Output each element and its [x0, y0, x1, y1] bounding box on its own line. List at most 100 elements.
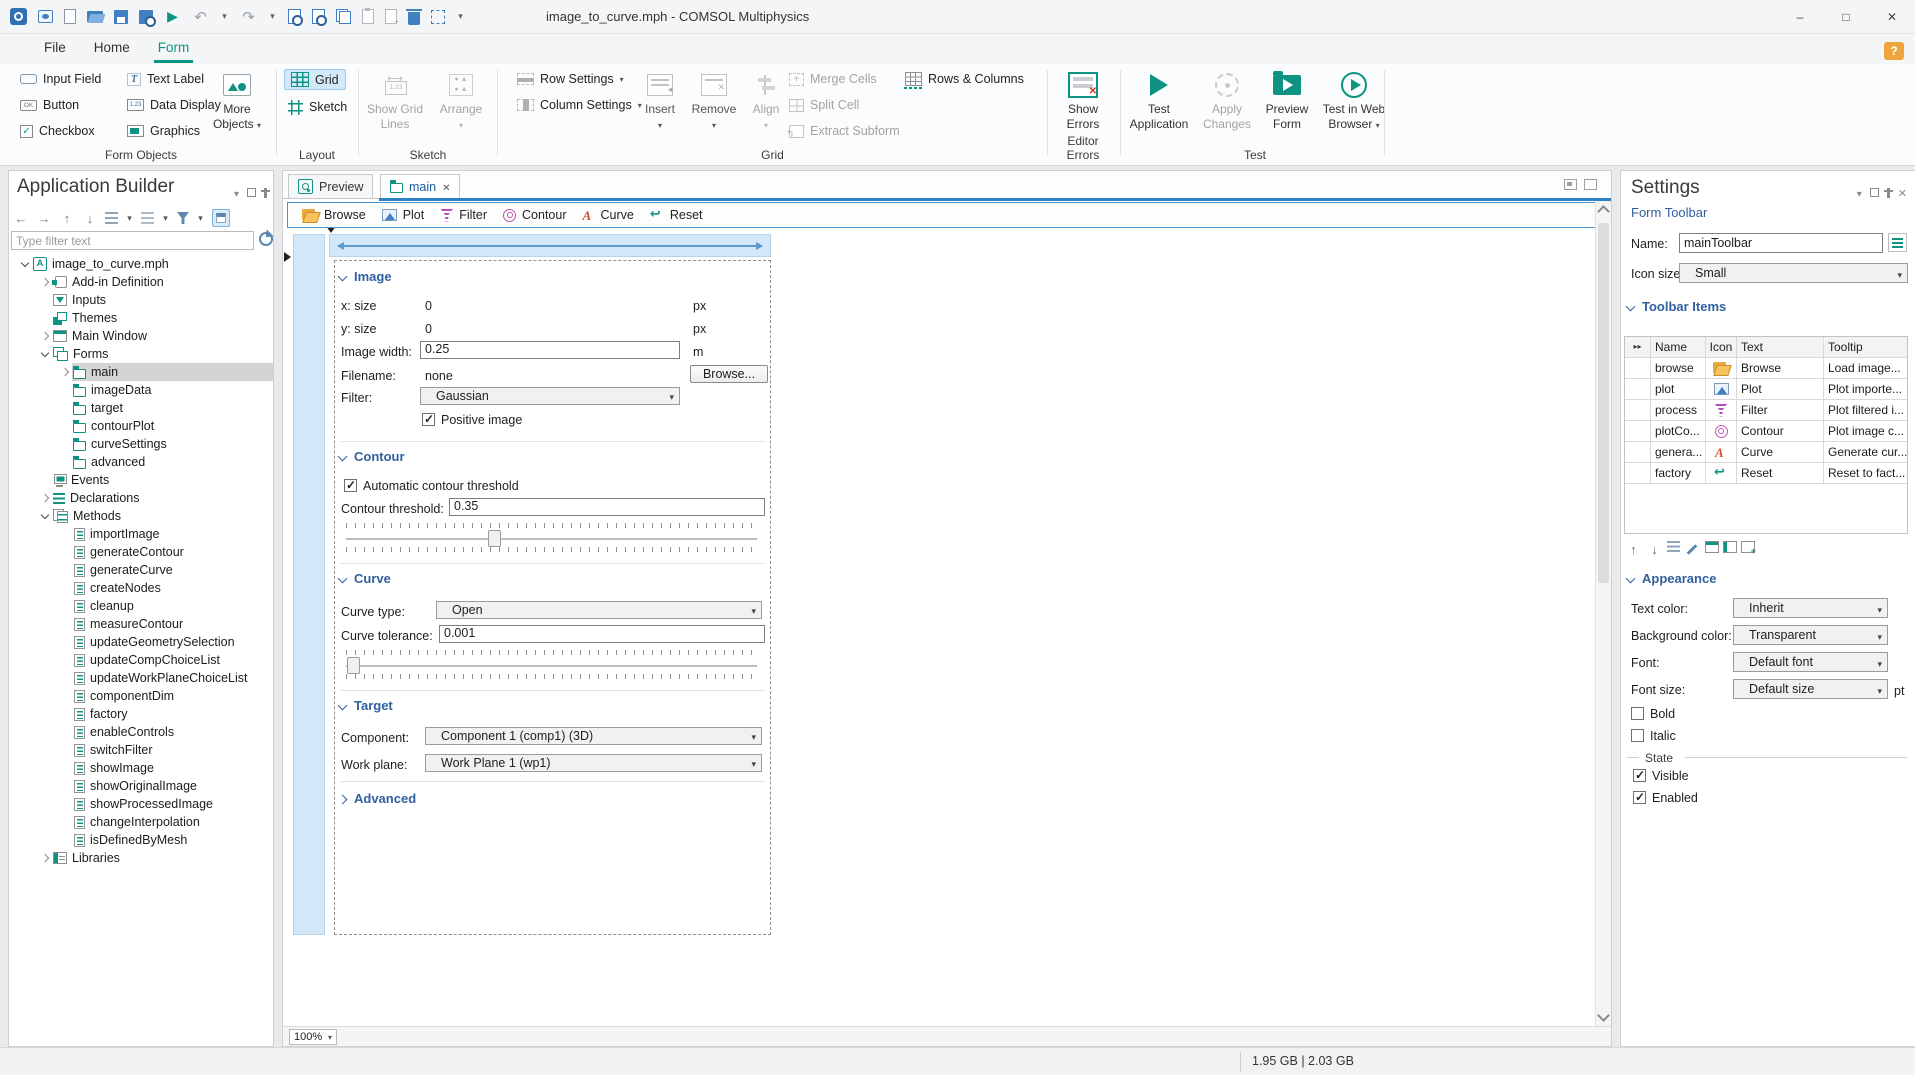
browse-file-button[interactable]: Browse... [690, 365, 768, 383]
tree-item[interactable]: Forms [9, 345, 273, 363]
filter-button[interactable]: Filter [432, 203, 495, 227]
image-width-input[interactable]: 0.25 [420, 341, 680, 359]
tree-chevron-icon[interactable] [59, 381, 72, 399]
arrange-button[interactable]: Arrange▾ [428, 68, 494, 133]
add-separator-icon[interactable] [1741, 541, 1756, 556]
nav-forward-icon[interactable] [36, 210, 52, 226]
tree-chevron-icon[interactable] [59, 651, 72, 669]
editor-maximize-icon[interactable] [1584, 179, 1597, 190]
tree-item[interactable]: updateCompChoiceList [9, 651, 273, 669]
grid-mode-button[interactable]: Grid [284, 69, 346, 90]
tree-chevron-icon[interactable] [59, 417, 72, 435]
tree-item[interactable]: factory [9, 705, 273, 723]
table-row[interactable]: process Filter Plot filtered i... [1625, 400, 1907, 421]
tree-chevron-icon[interactable] [59, 687, 72, 705]
tree-chevron-icon[interactable] [59, 453, 72, 471]
redo-icon[interactable] [240, 8, 257, 25]
expand-columns-icon[interactable] [1625, 337, 1651, 357]
tree-item[interactable]: Main Window [9, 327, 273, 345]
plot-button[interactable]: Plot [374, 203, 433, 227]
tab-preview[interactable]: Preview [288, 174, 374, 199]
icon-size-combobox[interactable]: Small [1679, 263, 1908, 284]
reset-button[interactable]: Reset [642, 203, 711, 227]
tree-chevron-icon[interactable] [59, 669, 72, 687]
show-grid-lines-button[interactable]: Show Grid Lines [362, 68, 428, 132]
tree-chevron-icon[interactable] [39, 309, 52, 327]
button-object-button[interactable]: Button [18, 94, 103, 116]
table-row[interactable]: browse Browse Load image... [1625, 358, 1907, 379]
tree-item[interactable]: showProcessedImage [9, 795, 273, 813]
tree-item[interactable]: main [9, 363, 273, 381]
tree-item[interactable]: showOriginalImage [9, 777, 273, 795]
component-combobox[interactable]: Component 1 (comp1) (3D) [425, 727, 762, 745]
extract-subform-button[interactable]: Extract Subform [786, 120, 902, 142]
curve-tolerance-slider[interactable] [346, 665, 757, 667]
tree-item[interactable]: generateContour [9, 543, 273, 561]
apply-changes-button[interactable]: Apply Changes [1194, 68, 1260, 132]
tree-item[interactable]: updateGeometrySelection [9, 633, 273, 651]
rows-columns-button[interactable]: Rows & Columns [903, 68, 1026, 90]
text-color-combobox[interactable]: Inherit [1733, 598, 1888, 619]
show-errors-button[interactable]: Show Errors [1050, 68, 1116, 132]
tree-item[interactable]: contourPlot [9, 417, 273, 435]
expand-caret-icon[interactable] [125, 210, 134, 226]
tree-item[interactable]: Add-in Definition [9, 273, 273, 291]
section-advanced[interactable]: Advanced [339, 791, 416, 806]
tree-chevron-icon[interactable] [59, 615, 72, 633]
tab-file[interactable]: File [30, 34, 80, 64]
tree-chevron-icon[interactable] [39, 345, 52, 363]
scroll-down-icon[interactable] [1597, 1009, 1610, 1022]
go-to-source-icon[interactable] [1888, 233, 1907, 252]
tree-chevron-icon[interactable] [59, 813, 72, 831]
tree-chevron-icon[interactable] [39, 849, 52, 867]
italic-checkbox[interactable] [1631, 729, 1644, 742]
quick-access-caret-icon[interactable] [456, 8, 465, 25]
background-color-combobox[interactable]: Transparent [1733, 625, 1888, 646]
contour-button[interactable]: Contour [495, 203, 574, 227]
curve-button[interactable]: Curve [575, 203, 642, 227]
move-down-icon[interactable] [1646, 541, 1663, 558]
tree-item[interactable]: changeInterpolation [9, 813, 273, 831]
delete-icon[interactable] [406, 8, 422, 25]
tree-chevron-icon[interactable] [39, 471, 52, 489]
tree-chevron-icon[interactable] [39, 327, 52, 345]
zoom-control[interactable]: 100% ▾ [289, 1029, 337, 1045]
edit-item-icon[interactable] [1684, 541, 1701, 558]
open-file-icon[interactable] [87, 11, 103, 22]
refresh-icon[interactable] [259, 232, 273, 246]
tree-item[interactable]: Declarations [9, 489, 273, 507]
slider-handle[interactable] [347, 657, 360, 674]
tree-item[interactable]: Methods [9, 507, 273, 525]
tree-chevron-icon[interactable] [39, 507, 52, 525]
close-button[interactable]: ✕ [1869, 0, 1915, 34]
tree-item[interactable]: Themes [9, 309, 273, 327]
comsol-logo-icon[interactable] [10, 8, 27, 25]
tree-chevron-icon[interactable] [19, 255, 32, 273]
more-objects-button[interactable]: More Objects ▾ [204, 68, 270, 133]
redo-caret-icon[interactable] [268, 8, 277, 25]
preview-all-icon[interactable] [312, 9, 327, 26]
tree-item[interactable]: enableControls [9, 723, 273, 741]
tree-chevron-icon[interactable] [59, 363, 72, 381]
row-settings-button[interactable]: Row Settings ▾ [515, 68, 644, 90]
tree-chevron-icon[interactable] [39, 291, 52, 309]
select-icon[interactable] [431, 9, 445, 24]
table-row[interactable]: plotCo... Contour Plot image c... [1625, 421, 1907, 442]
visible-checkbox[interactable] [1633, 768, 1646, 782]
contour-threshold-input[interactable]: 0.35 [449, 498, 765, 516]
model-manager-icon[interactable] [38, 10, 53, 23]
tree-item[interactable]: isDefinedByMesh [9, 831, 273, 849]
tree-item[interactable]: showImage [9, 759, 273, 777]
table-row[interactable]: genera... Curve Generate cur... [1625, 442, 1907, 463]
table-row[interactable]: plot Plot Plot importe... [1625, 379, 1907, 400]
scrollbar-thumb[interactable] [1598, 223, 1609, 583]
editor-split-icon[interactable] [1564, 179, 1577, 190]
toolbar-name-input[interactable] [1679, 233, 1883, 253]
tree-chevron-icon[interactable] [59, 831, 72, 849]
save-as-icon[interactable] [139, 9, 156, 27]
tree-chevron-icon[interactable] [59, 399, 72, 417]
tree-item[interactable]: importImage [9, 525, 273, 543]
vertical-scrollbar[interactable] [1595, 201, 1611, 1026]
move-down-icon[interactable] [82, 210, 98, 226]
tree-item[interactable]: imageData [9, 381, 273, 399]
